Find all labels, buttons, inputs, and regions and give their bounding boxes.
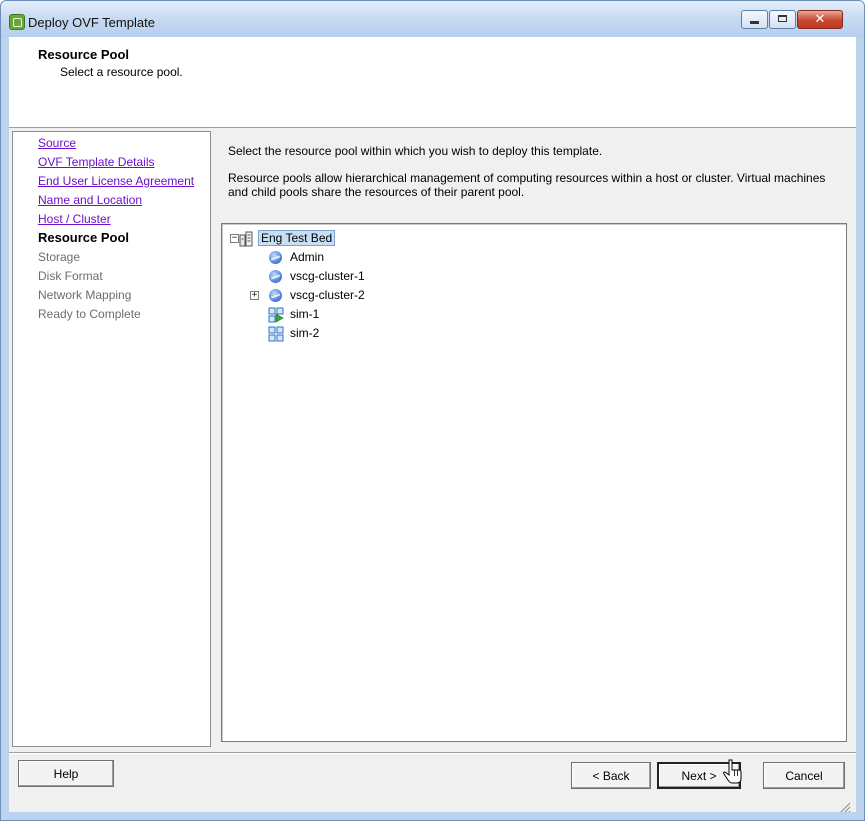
nav-step-ovf-template-details[interactable]: OVF Template Details — [38, 155, 155, 169]
maximize-button[interactable] — [769, 10, 796, 29]
resource-pool-icon — [269, 270, 282, 283]
vapp-running-icon — [268, 307, 284, 323]
title-bar[interactable]: Deploy OVF Template ✕ — [1, 1, 864, 37]
datacenter-icon — [239, 231, 253, 247]
nav-step-host-cluster[interactable]: Host / Cluster — [38, 212, 111, 226]
nav-step-source[interactable]: Source — [38, 136, 76, 150]
vapp-icon — [268, 326, 284, 342]
minimize-icon — [750, 21, 759, 24]
resource-pool-icon — [269, 289, 282, 302]
tree-node-label[interactable]: Eng Test Bed — [258, 230, 336, 246]
tree-node-label[interactable]: sim-2 — [288, 325, 321, 341]
close-icon: ✕ — [814, 12, 826, 27]
footer-divider — [9, 752, 856, 754]
resize-grip-icon[interactable] — [839, 801, 851, 813]
cancel-button[interactable]: Cancel — [763, 762, 845, 789]
nav-step-disk-format: Disk Format — [38, 269, 103, 283]
back-button[interactable]: < Back — [571, 762, 651, 789]
description-text: Resource pools allow hierarchical manage… — [228, 171, 826, 199]
expand-icon[interactable]: + — [250, 291, 259, 300]
nav-step-storage: Storage — [38, 250, 81, 264]
tree-node-vscg-cluster-1[interactable]: vscg-cluster-1 — [260, 268, 460, 286]
tree-node-sim-2[interactable]: sim-2 — [260, 325, 460, 343]
wizard-content: Source OVF Template Details End User Lic… — [9, 128, 856, 812]
tree-node-label[interactable]: Admin — [288, 249, 326, 265]
wizard-header: Resource Pool Select a resource pool. — [9, 37, 856, 128]
page-title: Resource Pool — [38, 47, 130, 62]
close-button[interactable]: ✕ — [797, 10, 843, 29]
nav-step-resource-pool: Resource Pool — [38, 230, 130, 245]
minimize-button[interactable] — [741, 10, 768, 29]
nav-step-ready-to-complete: Ready to Complete — [38, 307, 141, 321]
tree-node-label[interactable]: sim-1 — [288, 306, 321, 322]
resource-pool-icon — [269, 251, 282, 264]
tree-node-vscg-cluster-2[interactable]: + vscg-cluster-2 — [250, 287, 460, 305]
mouse-pointer-icon — [723, 759, 742, 784]
page-subtitle: Select a resource pool. — [60, 65, 183, 79]
tree-node-label[interactable]: vscg-cluster-1 — [288, 268, 367, 284]
resource-pool-tree[interactable]: − Eng Test Bed Admin vscg-cluster-1 + vs… — [221, 223, 847, 742]
tree-node-label[interactable]: vscg-cluster-2 — [288, 287, 367, 303]
vsphere-app-icon — [9, 14, 25, 30]
nav-step-eula[interactable]: End User License Agreement — [38, 174, 194, 188]
tree-node-eng-test-bed[interactable]: − Eng Test Bed — [230, 230, 430, 248]
nav-step-name-and-location[interactable]: Name and Location — [38, 193, 142, 207]
nav-step-network-mapping: Network Mapping — [38, 288, 132, 302]
maximize-icon — [778, 15, 787, 22]
window-title: Deploy OVF Template — [28, 15, 155, 30]
deploy-ovf-window: Deploy OVF Template ✕ Resource Pool Sele… — [0, 0, 865, 821]
intro-text: Select the resource pool within which yo… — [228, 144, 603, 158]
wizard-step-nav: Source OVF Template Details End User Lic… — [12, 131, 211, 747]
help-button[interactable]: Help — [18, 760, 114, 787]
tree-node-admin[interactable]: Admin — [260, 249, 460, 267]
tree-node-sim-1[interactable]: sim-1 — [260, 306, 460, 324]
